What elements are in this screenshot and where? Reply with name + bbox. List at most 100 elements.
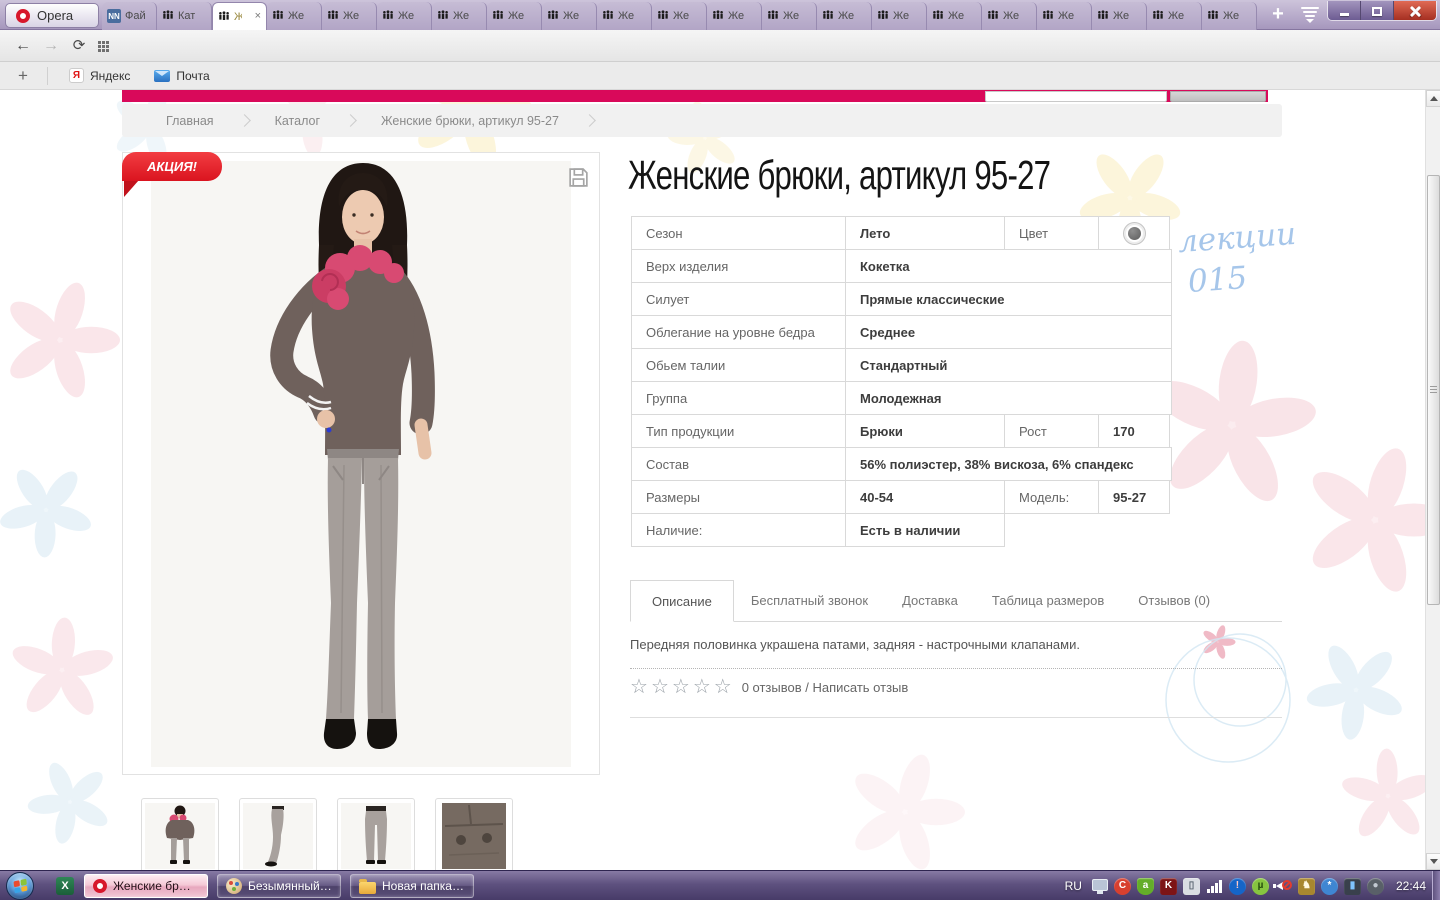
- back-button[interactable]: ←: [12, 36, 34, 56]
- tab-title: Же: [234, 11, 242, 23]
- browser-tab[interactable]: Же: [597, 2, 652, 30]
- language-indicator[interactable]: RU: [1065, 879, 1082, 893]
- browser-tab[interactable]: Же: [652, 2, 707, 30]
- speed-dial-icon[interactable]: [98, 41, 109, 52]
- taskbar-button-paint[interactable]: Безымянный - Paint: [217, 874, 341, 898]
- dotted-divider: [630, 668, 1282, 669]
- tab-title: Же: [288, 10, 304, 22]
- updater-tray-icon[interactable]: *: [1321, 878, 1338, 895]
- utorrent-tray-icon[interactable]: µ: [1252, 878, 1269, 895]
- attr-label: Группа: [631, 381, 846, 415]
- attr-value: 95-27: [1098, 480, 1170, 514]
- star-icon[interactable]: ☆: [651, 677, 669, 697]
- add-bookmark-button[interactable]: +: [12, 66, 34, 86]
- scrollbar-thumb[interactable]: [1427, 175, 1440, 605]
- browser-tab[interactable]: Же: [1037, 2, 1092, 30]
- reviews-link[interactable]: 0 отзывов / Написать отзыв: [742, 680, 909, 695]
- save-image-icon[interactable]: [567, 166, 590, 192]
- network-signal-tray-icon[interactable]: [1206, 878, 1223, 895]
- reload-button[interactable]: ⟳: [68, 36, 90, 56]
- start-button[interactable]: [6, 872, 34, 900]
- thumbnail-side[interactable]: [239, 798, 317, 870]
- breadcrumb-item[interactable]: Каталог: [275, 114, 320, 128]
- taskbar-button-opera[interactable]: Женские брюки, пр...: [84, 874, 208, 898]
- bookmarks-separator: [47, 67, 48, 85]
- downloader-tray-icon[interactable]: !: [1229, 878, 1246, 895]
- tab-menu-icon[interactable]: [1300, 7, 1320, 23]
- page-title: Женские брюки, артикул 95-27: [628, 152, 1050, 199]
- attr-label: Наличие:: [631, 513, 846, 547]
- clipboard-tray-icon[interactable]: ▯: [1183, 878, 1200, 895]
- browser-tab[interactable]: Же: [377, 2, 432, 30]
- product-tab[interactable]: Таблица размеров: [975, 580, 1121, 621]
- show-desktop-button[interactable]: [1432, 871, 1440, 900]
- browser-tab[interactable]: Же: [1202, 2, 1257, 30]
- thumbnail-model[interactable]: [141, 798, 219, 870]
- browser-tab[interactable]: Же: [982, 2, 1037, 30]
- product-tab-active[interactable]: Описание: [630, 580, 734, 622]
- browser-tab[interactable]: Же: [762, 2, 817, 30]
- rating-stars: ☆☆☆☆☆: [630, 677, 732, 697]
- product-tab[interactable]: Доставка: [885, 580, 975, 621]
- browser-tab[interactable]: Же: [322, 2, 377, 30]
- browser-tab[interactable]: Же: [432, 2, 487, 30]
- phone-tray-icon[interactable]: ▮: [1344, 878, 1361, 895]
- minimize-button[interactable]: [1328, 1, 1361, 21]
- attr-label: Тип продукции: [631, 414, 846, 448]
- breadcrumb-item[interactable]: Главная: [166, 114, 214, 128]
- browser-tab[interactable]: Же: [872, 2, 927, 30]
- product-photo[interactable]: [123, 153, 599, 774]
- page-scrollbar[interactable]: [1425, 90, 1440, 870]
- scroll-down-icon[interactable]: [1426, 853, 1440, 870]
- star-icon[interactable]: ☆: [630, 677, 648, 697]
- system-tray: RU CaK ▯! µ ♞ * ▮ ● 22:44: [1065, 871, 1440, 900]
- star-icon[interactable]: ☆: [714, 677, 732, 697]
- new-tab-button[interactable]: +: [1264, 3, 1292, 27]
- browser-tab[interactable]: Же: [487, 2, 542, 30]
- clock[interactable]: 22:44: [1396, 879, 1426, 893]
- taskbar-button-folder[interactable]: Новая папка (2): [350, 874, 474, 898]
- browser-tab[interactable]: Же: [927, 2, 982, 30]
- bookmark-yandex[interactable]: Я Яндекс: [61, 68, 138, 83]
- star-icon[interactable]: ☆: [693, 677, 711, 697]
- game-tray-icon[interactable]: ♞: [1298, 878, 1315, 895]
- browser-tab[interactable]: Же: [542, 2, 597, 30]
- thumbnail-front[interactable]: [337, 798, 415, 870]
- kaspersky-tray-icon[interactable]: K: [1160, 878, 1177, 895]
- browser-tab[interactable]: NNФай: [102, 2, 157, 30]
- tab-title: Фай: [125, 10, 146, 22]
- color-swatch[interactable]: [1123, 222, 1146, 245]
- tab-close-icon[interactable]: ×: [255, 11, 261, 22]
- bookmark-mail[interactable]: Почта: [146, 69, 217, 83]
- site-search-input[interactable]: [985, 91, 1167, 102]
- windows-taskbar: X Женские брюки, пр... Безымянный - Paint…: [0, 870, 1440, 900]
- browser-tab[interactable]: Же: [1147, 2, 1202, 30]
- browser-tab[interactable]: Же: [267, 2, 322, 30]
- webcam-tray-icon[interactable]: ●: [1367, 878, 1384, 895]
- close-button[interactable]: [1394, 1, 1436, 21]
- breadcrumb-item[interactable]: Женские брюки, артикул 95-27: [381, 114, 559, 128]
- display-tray-icon[interactable]: [1092, 879, 1108, 891]
- excel-pinned-icon[interactable]: X: [56, 877, 74, 895]
- browser-tab[interactable]: Же: [817, 2, 872, 30]
- browser-tab[interactable]: Кат: [157, 2, 212, 30]
- product-tab[interactable]: Бесплатный звонок: [734, 580, 885, 621]
- opera-menu-button[interactable]: Opera: [5, 3, 99, 28]
- browser-tab[interactable]: Же: [1092, 2, 1147, 30]
- volume-muted-tray-icon[interactable]: [1275, 878, 1292, 895]
- scroll-up-icon[interactable]: [1426, 90, 1440, 107]
- tab-title: Же: [728, 10, 744, 22]
- product-description: Передняя половинка украшена патами, задн…: [630, 637, 1080, 652]
- ccleaner-tray-icon[interactable]: C: [1114, 878, 1131, 895]
- forward-button[interactable]: →: [40, 36, 62, 56]
- attr-value: Лето: [845, 216, 1005, 250]
- product-tab[interactable]: Отзывов (0): [1121, 580, 1227, 621]
- thumbnail-fabric[interactable]: [435, 798, 513, 870]
- star-icon[interactable]: ☆: [672, 677, 690, 697]
- adguard-tray-icon[interactable]: a: [1137, 878, 1154, 895]
- maximize-button[interactable]: [1361, 1, 1394, 21]
- site-search-button[interactable]: [1170, 91, 1266, 102]
- browser-tab-active[interactable]: Же ×: [212, 2, 267, 30]
- color-swatch-cell[interactable]: [1098, 216, 1170, 250]
- browser-tab[interactable]: Же: [707, 2, 762, 30]
